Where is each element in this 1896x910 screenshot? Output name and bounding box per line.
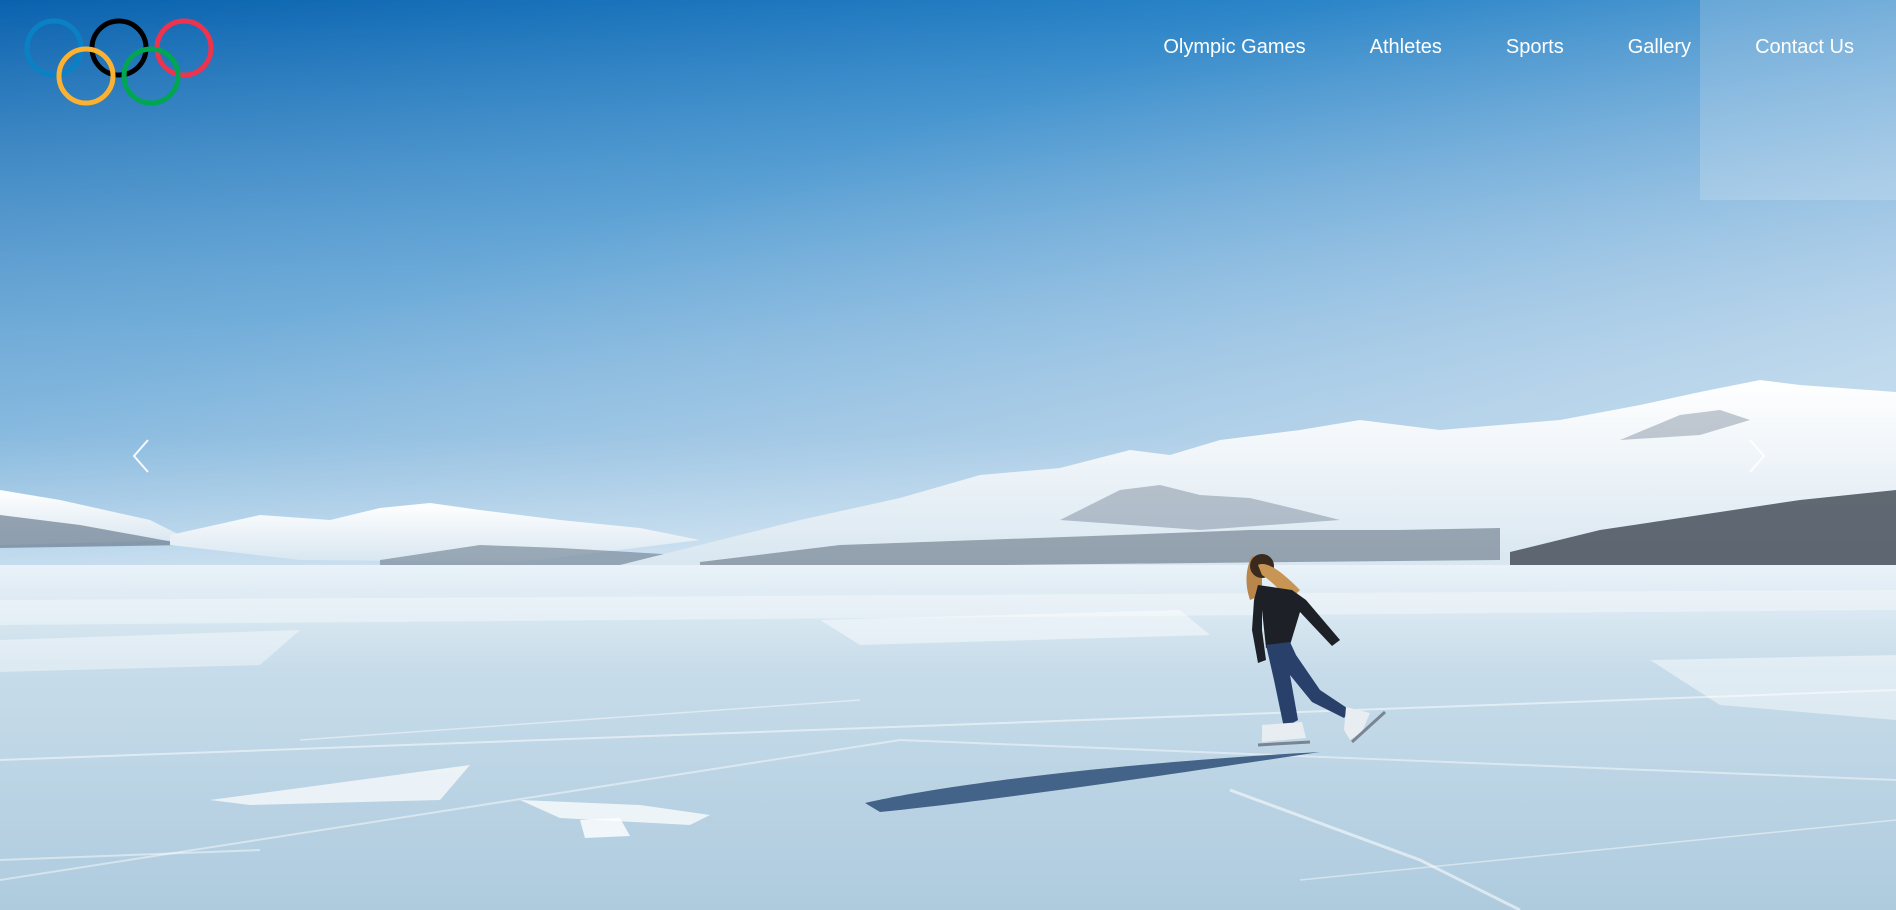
nav-item-athletes[interactable]: Athletes <box>1370 36 1442 59</box>
nav-item-olympic-games[interactable]: Olympic Games <box>1163 36 1305 59</box>
chevron-left-icon[interactable] <box>122 432 162 480</box>
hero-carousel: Olympic Games Athletes Sports Gallery Co… <box>0 0 1896 910</box>
nav-item-gallery[interactable]: Gallery <box>1628 36 1691 59</box>
chevron-right-icon[interactable] <box>1736 432 1776 480</box>
nav-item-sports[interactable]: Sports <box>1506 36 1564 59</box>
olympic-rings-logo[interactable] <box>22 14 218 110</box>
hero-image <box>0 0 1896 910</box>
main-nav: Olympic Games Athletes Sports Gallery Co… <box>1163 36 1854 59</box>
nav-item-contact-us[interactable]: Contact Us <box>1755 36 1854 59</box>
